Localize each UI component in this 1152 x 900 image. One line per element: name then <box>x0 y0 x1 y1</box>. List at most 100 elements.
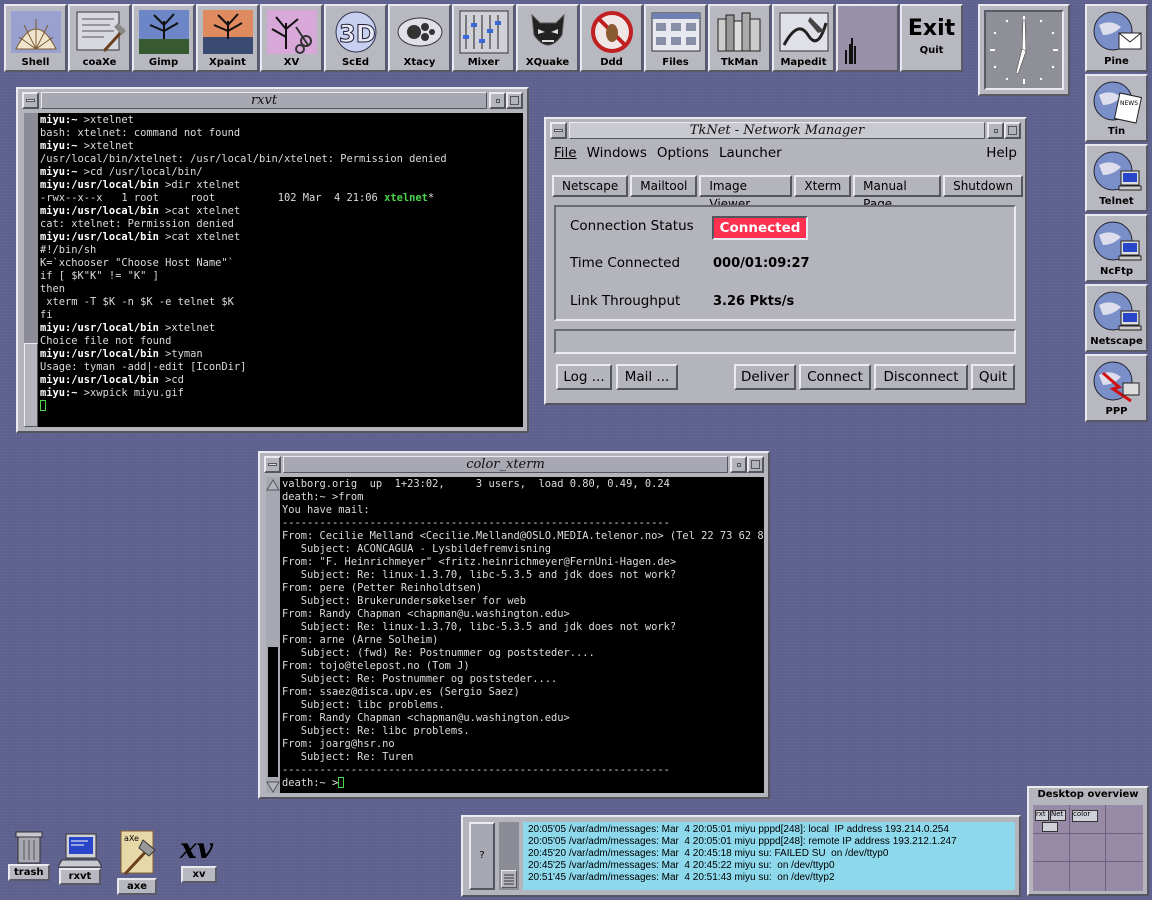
connection-status-value: Connected <box>712 216 808 240</box>
disconnect-button[interactable]: Disconnect <box>874 364 968 390</box>
pager-window-tknet[interactable]: Net <box>1050 810 1066 821</box>
overview-title: Desktop overview <box>1037 789 1139 800</box>
terminal-line: Subject: Brukerundersøkelser for web <box>282 595 526 607</box>
dock-netscape-button[interactable]: Netscape <box>1085 284 1148 352</box>
terminal-line: -rwx--x--x 1 root root 102 Mar 4 21:06 x… <box>40 192 435 204</box>
launcher-gimp-button[interactable]: Gimp <box>132 4 195 72</box>
message-help-button[interactable]: ? <box>469 822 495 890</box>
pine-icon <box>1091 8 1143 56</box>
minimize-button[interactable] <box>489 92 506 109</box>
window-menu-button[interactable] <box>550 122 567 139</box>
mail-button[interactable]: Mail ... <box>616 364 678 390</box>
menu-spacer <box>792 145 977 167</box>
launcher-xquake-button[interactable]: XQuake <box>516 4 579 72</box>
axe-icon: aXe <box>120 830 156 876</box>
scrollbar-thumb[interactable] <box>268 647 278 777</box>
terminal-line: Choice file not found <box>40 335 172 347</box>
window-menu-button[interactable] <box>264 456 281 473</box>
xterm-titlebar[interactable]: color_xterm <box>264 456 764 473</box>
launcher-mixer-button[interactable]: Mixer <box>452 4 515 72</box>
scrollbar-thumb[interactable] <box>501 870 517 888</box>
terminal-line: #!/bin/sh <box>40 244 97 256</box>
window-menu-button[interactable] <box>22 92 39 109</box>
trash-desktop-icon[interactable]: trash <box>8 830 50 881</box>
tkman-icon <box>713 8 767 56</box>
launch-xterm-button[interactable]: Xterm <box>794 175 852 197</box>
terminal-line: bash: xtelnet: command not found <box>40 127 241 139</box>
connect-button[interactable]: Connect <box>799 364 871 390</box>
launcher-xtacy-button[interactable]: Xtacy <box>388 4 451 72</box>
menu-options[interactable]: Options <box>657 145 709 167</box>
launcher-files-button[interactable]: Files <box>644 4 707 72</box>
status-line <box>554 329 1016 354</box>
axe-desktop-icon[interactable]: aXe axe <box>117 830 157 895</box>
scrollbar-thumb[interactable] <box>24 343 38 427</box>
xterm-scrollbar[interactable] <box>266 477 280 793</box>
maximize-button[interactable] <box>506 92 523 109</box>
terminal-line: From: tojo@telepost.no (Tom J) <box>282 660 470 672</box>
scroll-up-icon[interactable] <box>266 477 280 491</box>
pager-window-color[interactable]: color <box>1072 810 1098 822</box>
launcher-xv-button[interactable]: XV <box>260 4 323 72</box>
exit-icon: Exit <box>907 16 956 41</box>
ddd-icon <box>585 8 639 56</box>
maximize-button[interactable] <box>1004 122 1021 139</box>
pager-window-xterm[interactable] <box>1042 822 1058 832</box>
launch-netscape-button[interactable]: Netscape <box>552 175 629 197</box>
launcher-quit-button[interactable]: Exit Quit <box>900 4 963 72</box>
dock-telnet-button[interactable]: Telnet <box>1085 144 1148 212</box>
terminal-line: miyu:/usr/local/bin >tyman <box>40 348 203 360</box>
terminal-line: From: ssaez@disca.upv.es (Sergio Saez) <box>282 686 520 698</box>
pager-window-rxvt[interactable]: rxt <box>1035 810 1049 821</box>
xv-desktop-icon[interactable]: xv xv <box>178 830 220 883</box>
launch-image-viewer-button[interactable]: Image Viewer <box>699 175 793 211</box>
maximize-button[interactable] <box>747 456 764 473</box>
launcher-label: coaXe <box>82 57 117 68</box>
menu-windows[interactable]: Windows <box>587 145 647 167</box>
rxvt-terminal[interactable]: miyu:~ >xtelnet bash: xtelnet: command no… <box>38 113 523 427</box>
launcher-coaxe-button[interactable]: coaXe <box>68 4 131 72</box>
launcher-ddd-button[interactable]: Ddd <box>580 4 643 72</box>
launcher-load-button <box>836 4 899 72</box>
scroll-down-icon[interactable] <box>266 779 280 793</box>
menu-launcher[interactable]: Launcher <box>719 145 782 167</box>
quit-button[interactable]: Quit <box>971 364 1015 390</box>
launcher-mapedit-button[interactable]: Mapedit <box>772 4 835 72</box>
load-graph-icon <box>841 8 895 64</box>
launcher-shell-button[interactable]: Shell <box>4 4 67 72</box>
dock-ppp-button[interactable]: PPP <box>1085 354 1148 422</box>
tknet-titlebar[interactable]: TkNet - Network Manager <box>550 122 1021 139</box>
launcher-label: Mapedit <box>780 57 827 68</box>
launch-manual-page-button[interactable]: Manual Page <box>853 175 942 211</box>
xv-logo-icon: xv <box>179 832 214 865</box>
menu-file[interactable]: File <box>554 145 577 167</box>
clock-face <box>984 10 1064 90</box>
menu-help[interactable]: Help <box>986 145 1017 167</box>
log-button[interactable]: Log ... <box>556 364 612 390</box>
launch-shutdown-button[interactable]: Shutdown <box>943 175 1023 197</box>
launcher-xpaint-button[interactable]: Xpaint <box>196 4 259 72</box>
dock-tin-button[interactable]: NEWS Tin <box>1085 74 1148 142</box>
terminal-line: From: "F. Heinrichmeyer" <fritz.heinrich… <box>282 556 677 568</box>
window-title[interactable]: color_xterm <box>283 456 728 473</box>
svg-text:xv: xv <box>179 832 214 865</box>
dock-pine-button[interactable]: Pine <box>1085 4 1148 72</box>
launcher-tkman-button[interactable]: TkMan <box>708 4 771 72</box>
rxvt-desktop-icon[interactable]: rxvt <box>58 832 102 885</box>
terminal-line: miyu:/usr/local/bin >cat xtelnet <box>40 205 241 217</box>
shell-icon <box>9 8 63 56</box>
dock-ncftp-button[interactable]: NcFtp <box>1085 214 1148 282</box>
deliver-button[interactable]: Deliver <box>734 364 796 390</box>
message-scrollbar[interactable] <box>499 822 519 890</box>
window-title[interactable]: TkNet - Network Manager <box>569 122 985 139</box>
rxvt-titlebar[interactable]: rxvt <box>22 92 523 109</box>
dock-label: Pine <box>1104 56 1129 67</box>
launcher-sced-button[interactable]: 3D ScEd <box>324 4 387 72</box>
window-title[interactable]: rxvt <box>41 92 487 109</box>
xterm-terminal[interactable]: valborg.orig up 1+23:02, 3 users, load 0… <box>280 477 764 793</box>
rxvt-scrollbar[interactable] <box>24 113 38 427</box>
minimize-button[interactable] <box>730 456 747 473</box>
terminal-line: cat: xtelnet: Permission denied <box>40 218 234 230</box>
launch-mailtool-button[interactable]: Mailtool <box>630 175 698 197</box>
minimize-button[interactable] <box>987 122 1004 139</box>
